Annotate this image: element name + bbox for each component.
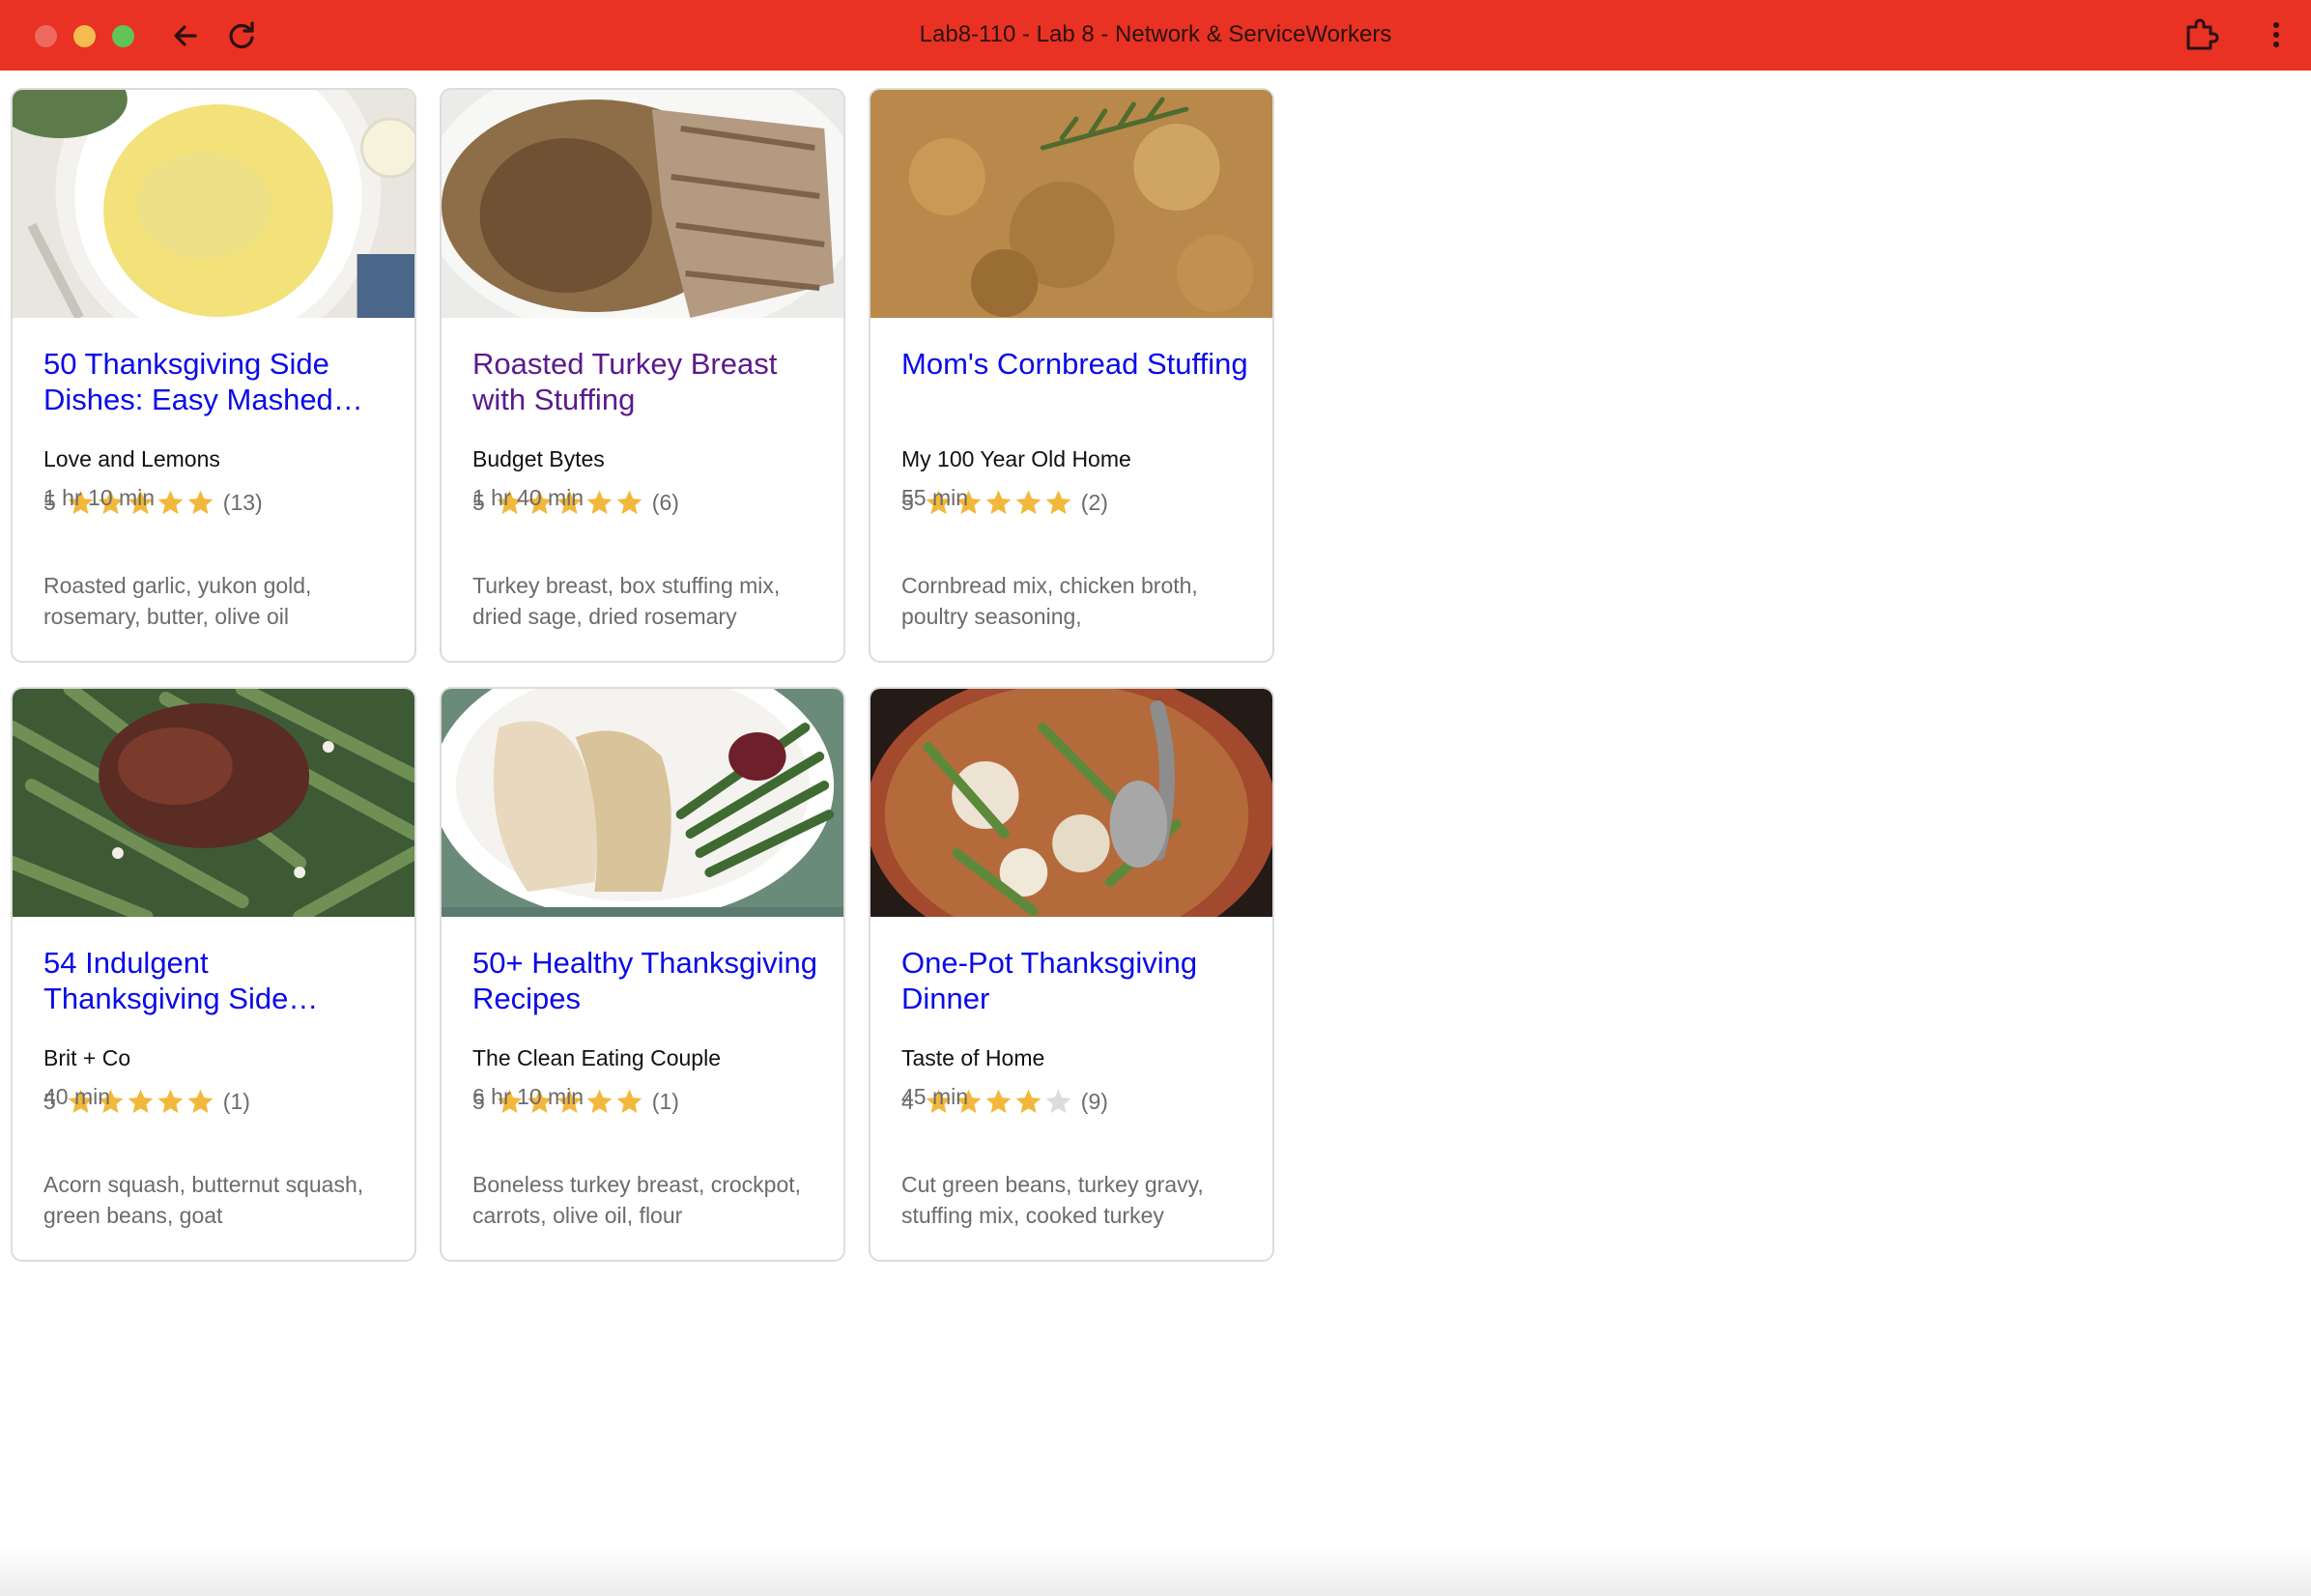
recipe-image-one-pot-dinner[interactable] (870, 689, 1272, 917)
recipe-ingredients: Turkey breast, box stuffing mix, dried s… (472, 573, 781, 629)
extensions-button[interactable] (2180, 14, 2222, 56)
recipe-title-link[interactable]: Roasted Turkey Breast with Stuffing (472, 346, 820, 417)
recipe-time: 1 hr 10 min (43, 485, 156, 510)
recipe-card[interactable]: One-Pot Thanksgiving Dinner Taste of Hom… (869, 687, 1274, 1262)
recipe-time: 45 min (901, 1084, 969, 1109)
recipe-ingredients: Roasted garlic, yukon gold, rosemary, bu… (43, 573, 312, 629)
recipe-source: Taste of Home (901, 1045, 1045, 1070)
star-icon (156, 488, 185, 518)
browser-titlebar: Lab8-110 - Lab 8 - Network & ServiceWork… (0, 0, 2311, 71)
star-icon (156, 1087, 185, 1117)
recipe-card[interactable]: Roasted Turkey Breast with Stuffing Budg… (440, 88, 845, 663)
rating-count: (6) (651, 489, 679, 515)
recipe-source: My 100 Year Old Home (901, 446, 1131, 471)
rating-count: (9) (1080, 1088, 1108, 1114)
recipe-image-green-beans[interactable] (13, 689, 414, 917)
rating-count: (2) (1080, 489, 1108, 515)
recipe-card[interactable]: 50 Thanksgiving Side Dishes: Easy Mashed… (11, 88, 416, 663)
star-icon (185, 1087, 215, 1117)
star-icon (1013, 488, 1043, 518)
star-icon (1013, 1087, 1043, 1117)
star-icon (614, 1087, 644, 1117)
arrow-left-icon (174, 25, 197, 46)
recipe-image-cornbread-stuffing[interactable] (870, 90, 1272, 318)
recipe-card[interactable]: 54 Indulgent Thanksgiving Side… Brit + C… (11, 687, 416, 1262)
recipe-source: Brit + Co (43, 1045, 131, 1070)
recipe-ingredients: Acorn squash, butternut squash, green be… (43, 1172, 364, 1228)
star-icon (585, 488, 614, 518)
rating-count: (1) (222, 1088, 250, 1114)
recipe-time: 1 hr 40 min (472, 485, 585, 510)
recipe-ingredients: Cornbread mix, chicken broth, poultry se… (901, 573, 1198, 629)
recipe-title-link[interactable]: Mom's Cornbread Stuffing (901, 346, 1249, 382)
recipe-image-turkey-plate[interactable] (442, 689, 843, 917)
star-icon (185, 488, 215, 518)
window-title: Lab8-110 - Lab 8 - Network & ServiceWork… (919, 21, 1392, 47)
rating-count: (1) (651, 1088, 679, 1114)
recipe-source: Budget Bytes (472, 446, 605, 471)
star-icon (614, 488, 644, 518)
recipe-time: 40 min (43, 1084, 111, 1109)
recipe-source: Love and Lemons (43, 446, 220, 471)
recipe-source: The Clean Eating Couple (472, 1045, 721, 1070)
more-vertical-icon (2273, 22, 2279, 47)
star-icon (585, 1087, 614, 1117)
recipe-ingredients: Cut green beans, turkey gravy, stuffing … (901, 1172, 1204, 1228)
recipe-grid: 50 Thanksgiving Side Dishes: Easy Mashed… (11, 88, 1276, 1267)
recipe-ingredients: Boneless turkey breast, crockpot, carrot… (472, 1172, 802, 1228)
recipe-image-mashed-potatoes[interactable] (13, 90, 414, 318)
recipe-card[interactable]: 50+ Healthy Thanksgiving Recipes The Cle… (440, 687, 845, 1262)
star-icon (1043, 488, 1073, 518)
reload-icon (229, 21, 254, 49)
recipe-time: 6 hr 10 min (472, 1084, 585, 1109)
recipe-image-turkey-stuffing[interactable] (442, 90, 843, 318)
recipe-title-link[interactable]: 50 Thanksgiving Side Dishes: Easy Mashed… (43, 346, 391, 417)
recipe-title-link[interactable]: 50+ Healthy Thanksgiving Recipes (472, 945, 820, 1016)
browser-menu-button[interactable] (2255, 14, 2297, 56)
recipe-time: 55 min (901, 485, 969, 510)
star-icon (1043, 1087, 1073, 1117)
recipe-card[interactable]: Mom's Cornbread Stuffing My 100 Year Old… (869, 88, 1274, 663)
recipe-title-link[interactable]: One-Pot Thanksgiving Dinner (901, 945, 1249, 1016)
window-bottom-edge (0, 1546, 2311, 1596)
reload-button[interactable] (222, 16, 261, 55)
recipe-title-link[interactable]: 54 Indulgent Thanksgiving Side… (43, 945, 391, 1016)
puzzle-piece-icon (2186, 18, 2219, 50)
star-icon (126, 1087, 156, 1117)
star-icon (984, 488, 1013, 518)
back-button[interactable] (166, 16, 205, 55)
rating-count: (13) (222, 489, 263, 515)
star-icon (984, 1087, 1013, 1117)
